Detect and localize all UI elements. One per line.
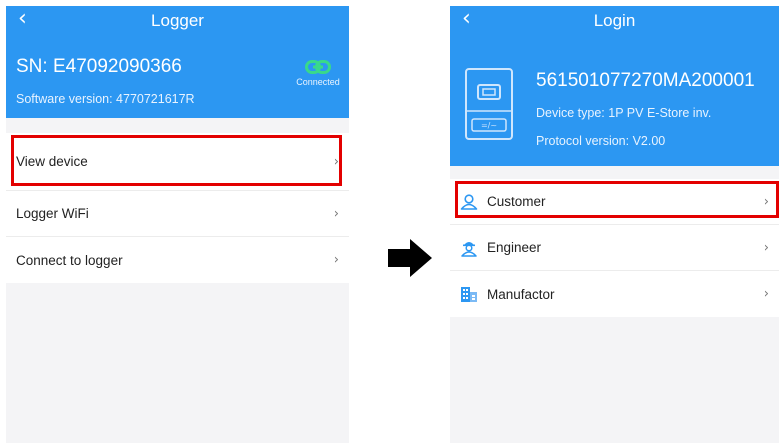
device-id: 561501077270MA200001 <box>536 70 755 91</box>
software-version: Software version: 4770721617R <box>16 92 195 106</box>
logger-wifi-item[interactable]: Logger WiFi › <box>6 191 349 237</box>
logger-header: ‹ Logger SN: E47092090366 Software versi… <box>6 6 349 118</box>
list-item-label: Logger WiFi <box>16 206 89 221</box>
connection-label: Connected <box>296 77 340 87</box>
customer-highlight <box>455 181 779 218</box>
link-icon <box>305 60 331 74</box>
chevron-right-icon: › <box>763 286 769 302</box>
engineer-icon <box>460 239 478 257</box>
factory-icon <box>460 285 478 303</box>
arrow-right-icon <box>388 239 432 277</box>
engineer-item[interactable]: Engineer › <box>450 225 779 271</box>
chevron-right-icon: › <box>763 240 769 255</box>
page-title: Login <box>593 11 636 30</box>
login-header: ‹ Login =/~ 561501077270MA200001 Device … <box>450 6 779 166</box>
logger-screen: ‹ Logger SN: E47092090366 Software versi… <box>6 6 349 443</box>
device-type: Device type: 1P PV E-Store inv. <box>536 106 712 120</box>
serial-number: SN: E47092090366 <box>16 56 182 77</box>
inverter-icon: =/~ <box>465 68 513 140</box>
list-item-label: Connect to logger <box>16 252 123 268</box>
page-title: Logger <box>151 11 204 30</box>
manufactor-item[interactable]: Manufactor › <box>450 271 779 317</box>
list-item-label: Manufactor <box>487 286 555 302</box>
chevron-right-icon: › <box>333 252 339 268</box>
view-device-highlight <box>11 135 342 186</box>
chevron-right-icon: › <box>333 206 339 221</box>
login-screen: ‹ Login =/~ 561501077270MA200001 Device … <box>450 6 779 443</box>
list-item-label: Engineer <box>487 240 542 255</box>
protocol-version: Protocol version: V2.00 <box>536 134 666 148</box>
svg-text:=/~: =/~ <box>481 121 497 130</box>
connection-status: Connected <box>295 60 341 87</box>
connect-to-logger-item[interactable]: Connect to logger › <box>6 237 349 283</box>
